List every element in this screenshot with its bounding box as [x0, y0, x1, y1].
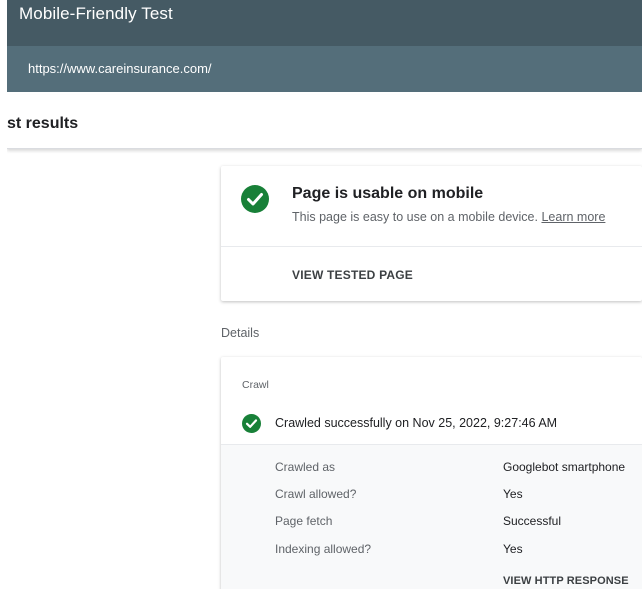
table-row: Crawled as Googlebot smartphone — [221, 460, 642, 480]
usable-subtitle: This page is easy to use on a mobile dev… — [292, 210, 605, 224]
row-key: Crawled as — [275, 460, 336, 474]
usable-card: Page is usable on mobile This page is ea… — [221, 166, 642, 301]
details-card: Crawl Crawled successfully on Nov 25, 20… — [221, 357, 642, 589]
row-value: Yes — [503, 487, 523, 501]
app-bar: Mobile-Friendly Test — [7, 0, 642, 46]
results-title: st results — [7, 115, 79, 132]
usable-subtitle-text: This page is easy to use on a mobile dev… — [292, 210, 538, 224]
crawl-status: Crawled successfully on Nov 25, 2022, 9:… — [275, 416, 558, 430]
learn-more-link[interactable]: Learn more — [541, 210, 605, 224]
tested-url[interactable]: https://www.careinsurance.com/ — [28, 61, 212, 76]
card-divider — [221, 246, 642, 247]
crawl-label: Crawl — [242, 379, 269, 391]
app-title: Mobile-Friendly Test — [19, 4, 173, 23]
left-edge — [0, 0, 7, 589]
check-circle-icon — [241, 185, 269, 213]
table-row: Indexing allowed? Yes — [221, 542, 642, 562]
row-key: Indexing allowed? — [275, 542, 372, 556]
view-http-response-button[interactable]: VIEW HTTP RESPONSE — [503, 575, 629, 587]
url-bar[interactable]: https://www.careinsurance.com/ — [7, 46, 642, 92]
usable-title: Page is usable on mobile — [292, 185, 484, 202]
details-label: Details — [221, 326, 260, 340]
details-table: Crawled as Googlebot smartphone Crawl al… — [221, 444, 642, 589]
row-key: Page fetch — [275, 514, 333, 528]
table-row: Page fetch Successful — [221, 514, 642, 534]
row-value: Googlebot smartphone — [503, 460, 626, 474]
results-header: st results — [7, 95, 642, 149]
check-circle-icon — [242, 414, 261, 433]
row-key: Crawl allowed? — [275, 487, 357, 501]
table-row: Crawl allowed? Yes — [221, 487, 642, 507]
view-tested-page-button[interactable]: VIEW TESTED PAGE — [292, 268, 413, 282]
row-value: Yes — [503, 542, 523, 556]
row-value: Successful — [503, 514, 562, 528]
